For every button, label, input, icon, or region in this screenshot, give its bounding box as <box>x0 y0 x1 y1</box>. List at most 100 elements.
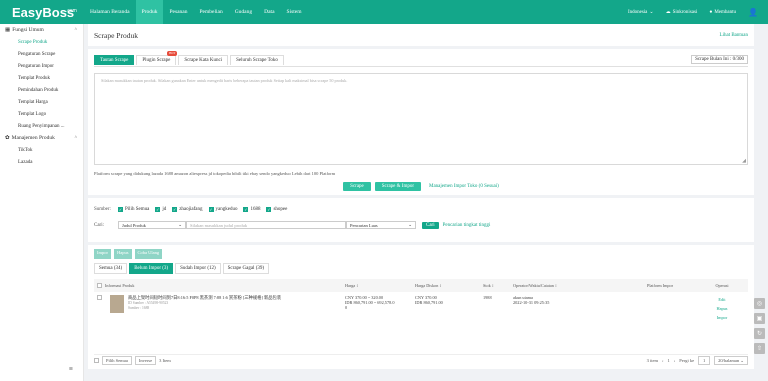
resize-handle-icon[interactable]: ◢ <box>742 158 746 164</box>
nav-pesanan[interactable]: Pesanan <box>163 0 193 24</box>
prev-page-icon[interactable]: ‹ <box>662 358 664 363</box>
sidebar-item-pengaturan-impor[interactable]: Pengaturan Impor <box>0 60 83 72</box>
inverse-button[interactable]: Inverse <box>134 356 157 365</box>
price-tail: 0 <box>345 305 348 310</box>
back-to-top-icon[interactable]: ⇧ <box>754 343 765 354</box>
sidebar-group-manajemen-produk[interactable]: ✿ Manajemen Produk ^ <box>0 132 83 144</box>
search-input[interactable]: Silakan masukkan judul produk <box>186 221 346 229</box>
headset-icon[interactable]: ◎ <box>754 298 765 309</box>
help-icon: ● <box>709 9 713 15</box>
tab-semua[interactable]: Semua (34) <box>94 263 128 274</box>
sync-button[interactable]: ☁ Sinkronisasi <box>665 9 698 16</box>
source-check-yangkeduo[interactable]: ✓ yangkeduo <box>208 206 237 212</box>
mode-select[interactable]: Pencarian Luas ⌄ <box>346 221 416 229</box>
check-icon: ✓ <box>172 206 178 212</box>
tab-scrape-gagal[interactable]: Scrape Gagal (39) <box>222 263 270 274</box>
row-actions: Edit Hapus Impor <box>697 295 747 336</box>
advanced-search-link[interactable]: Pencarian tingkat tinggi <box>443 223 491 228</box>
sidebar: ▦ Fungsi Umum ^ Scrape Produk Pengaturan S… <box>0 24 84 381</box>
nav-gudang[interactable]: Gudang <box>229 0 258 24</box>
sidebar-item-templat-produk[interactable]: Templat Produk <box>0 72 83 84</box>
refresh-icon[interactable]: ↻ <box>754 328 765 339</box>
edit-link[interactable]: Edit <box>697 295 747 304</box>
scrape-tabs: Tautan Scrape Plugin Scrape HOT Scrape Ka… <box>94 50 748 67</box>
user-icon[interactable]: 👤 <box>748 8 758 17</box>
scrape-import-button[interactable]: Scrape & Impor <box>374 182 421 191</box>
source-filter-row: Sumber: ✓ Pilih Semua ✓ jd ✓ zhaojiafang ✓ y… <box>94 202 748 216</box>
col-discount[interactable]: Harga Diskon ↕ <box>415 283 483 288</box>
sidebar-item-templat-logo[interactable]: Templat Logo <box>0 108 83 120</box>
goto-page-input[interactable]: 1 <box>698 356 711 365</box>
tab-tautan-scrape[interactable]: Tautan Scrape <box>94 54 135 65</box>
bulk-import-button[interactable]: Impor <box>94 249 111 259</box>
sidebar-item-ruang-penyimpanan[interactable]: Ruang Penyimpanan ... <box>0 120 83 132</box>
per-page-select[interactable]: 20/halaman ⌄ <box>714 356 748 365</box>
menu-collapse-icon[interactable]: ≡ <box>69 365 73 373</box>
textarea-placeholder: Silakan masukkan tautan produk. Silakan … <box>101 78 348 83</box>
help-link[interactable]: Lihat Bantuan <box>720 33 748 38</box>
col-stock[interactable]: Stok ↕ <box>483 283 513 288</box>
source-check-all[interactable]: ✓ Pilih Semua <box>118 206 149 212</box>
footer-checkbox[interactable] <box>94 358 99 363</box>
language-selector[interactable]: Indonesia ⌄ <box>628 9 654 16</box>
sidebar-item-pemindahan-produk[interactable]: Pemindahan Produk <box>0 84 83 96</box>
tab-seluruh-scrape-toko[interactable]: Seluruh Scrape Toko <box>230 54 284 65</box>
tab-label: Plugin Scrape <box>142 57 171 63</box>
sidebar-item-scrape-produk[interactable]: Scrape Produk <box>0 36 83 48</box>
col-price[interactable]: Harga ↕ <box>345 283 415 288</box>
total-count: 3 item <box>646 358 659 363</box>
source-check-jd[interactable]: ✓ jd <box>155 206 166 212</box>
manage-import-link[interactable]: Manajemen Impor Toko (0 Sesuai) <box>429 184 499 189</box>
chevron-up-icon: ^ <box>74 27 77 33</box>
product-info: 商品上架时间短时间到7日8:16:5 F0P8 黑茶测 7:88 1:6 赏茶粉… <box>105 295 345 336</box>
col-platform: Platform Impor <box>647 283 673 288</box>
status-tabs: Semua (34) Belum Impor (3) Sudah Impor (… <box>94 263 748 274</box>
checkbox-icon <box>97 295 102 300</box>
nav-produk[interactable]: Produk <box>135 0 164 24</box>
tab-sudah-impor[interactable]: Sudah Impor (12) <box>175 263 221 274</box>
chat-icon[interactable]: ▣ <box>754 313 765 324</box>
page-number[interactable]: 1 <box>668 358 670 363</box>
tab-scrape-kata-kunci[interactable]: Scrape Kata Kunci <box>178 54 229 65</box>
nav-data[interactable]: Data <box>258 0 280 24</box>
scrape-quota: Scrape Bulan Ini : 0/300 <box>691 55 748 64</box>
bulk-retry-button[interactable]: Coba Ulang <box>134 249 163 259</box>
source-check-1688[interactable]: ✓ 1688 <box>243 206 260 212</box>
app-logo[interactable]: EasyBoss .com <box>0 5 84 20</box>
field-select[interactable]: Judul Produk ⌄ <box>118 221 186 229</box>
product-source: Sumber : 1688 <box>128 306 150 310</box>
col-actions: Operasi <box>715 283 729 288</box>
scrape-button[interactable]: Scrape <box>343 182 371 191</box>
import-link[interactable]: Impor <box>697 313 747 322</box>
delete-link[interactable]: Hapus <box>697 304 747 313</box>
nav-beranda[interactable]: Halaman Beranda <box>84 0 136 24</box>
check-icon: ✓ <box>118 206 123 212</box>
select-all-button[interactable]: Pilih Semua <box>102 356 132 365</box>
source-check-zhaojiafang[interactable]: ✓ zhaojiafang <box>172 206 203 212</box>
nav-pembelian[interactable]: Pembelian <box>193 0 228 24</box>
source-check-shopee[interactable]: ✓ shopee <box>266 206 287 212</box>
header-checkbox[interactable] <box>94 282 105 289</box>
row-checkbox[interactable] <box>94 295 105 336</box>
sidebar-item-lazada[interactable]: Lazada <box>0 156 83 168</box>
sidebar-item-tiktok[interactable]: TikTok <box>0 144 83 156</box>
sidebar-item-pengaturan-scrape[interactable]: Pengaturan Scrape <box>0 48 83 60</box>
main-nav: Halaman Beranda Produk Pesanan Pembelian… <box>84 0 308 24</box>
col-operator[interactable]: Operator/Waktu/Catatan ↕ <box>513 283 623 288</box>
tab-belum-impor[interactable]: Belum Impor (3) <box>129 263 174 274</box>
sidebar-item-templat-harga[interactable]: Templat Harga <box>0 96 83 108</box>
help-button[interactable]: ● Membantu <box>709 10 736 15</box>
bulk-delete-button[interactable]: Hapus <box>114 249 132 259</box>
product-thumbnail[interactable] <box>110 295 124 313</box>
nav-sistem[interactable]: Sistem <box>281 0 308 24</box>
url-textarea[interactable]: Silakan masukkan tautan produk. Silakan … <box>94 73 748 165</box>
sidebar-group-label: Manajemen Produk <box>11 135 55 141</box>
check-icon: ✓ <box>266 206 272 212</box>
goto-label: Pergi ke <box>679 358 695 363</box>
selected-count: 3 Item <box>159 358 171 363</box>
tab-plugin-scrape[interactable]: Plugin Scrape HOT <box>136 50 178 65</box>
next-page-icon[interactable]: › <box>674 358 676 363</box>
search-button[interactable]: Cari <box>422 221 439 229</box>
cloud-icon: ☁ <box>665 10 671 15</box>
sidebar-group-fungsi-umum[interactable]: ▦ Fungsi Umum ^ <box>0 24 83 36</box>
